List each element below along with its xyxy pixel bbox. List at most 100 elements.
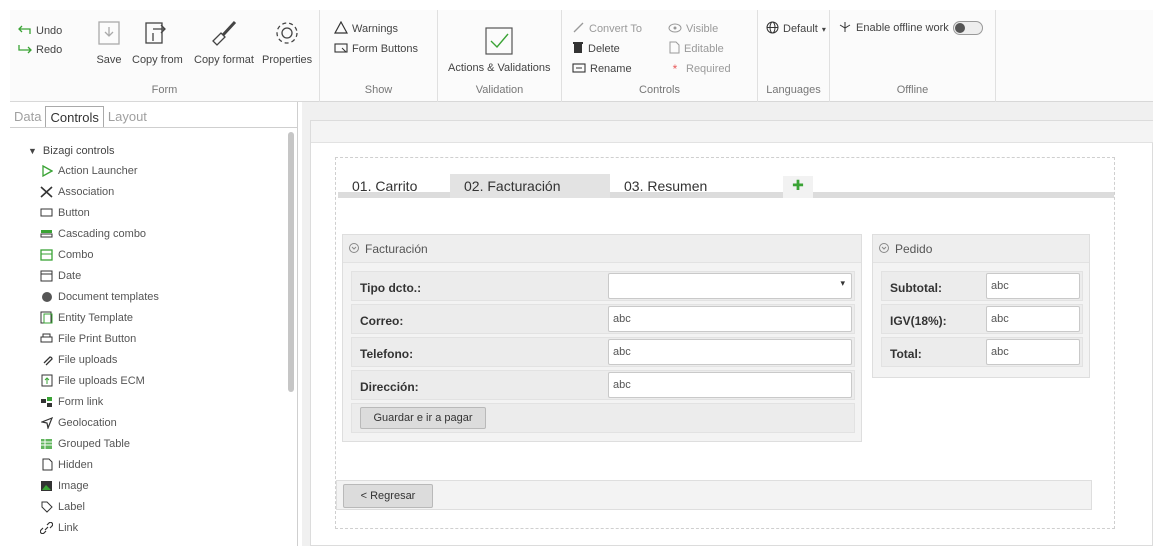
control-hidden[interactable]: Hidden	[28, 454, 297, 475]
guardar-pagar-button[interactable]: Guardar e ir a pagar	[360, 407, 486, 429]
control-file-print-button[interactable]: File Print Button	[28, 328, 297, 349]
undo-button[interactable]: Undo	[18, 22, 62, 40]
control-entity-template[interactable]: Entity Template	[28, 307, 297, 328]
image-icon	[40, 479, 53, 492]
canvas-header-strip	[311, 121, 1153, 143]
collapse-chevron-icon	[879, 242, 889, 256]
eye-icon	[668, 23, 682, 36]
association-icon	[40, 185, 53, 198]
location-arrow-icon	[40, 416, 53, 429]
regresar-button[interactable]: < Regresar	[343, 484, 433, 508]
paint-brush-icon	[209, 18, 239, 48]
facturacion-panel: Facturación Tipo dcto.: ▾ Correo: abc Te…	[342, 234, 862, 442]
actions-validations-button[interactable]: Actions & Validations	[448, 24, 551, 74]
tab-resumen[interactable]: 03. Resumen	[610, 174, 760, 198]
control-geolocation[interactable]: Geolocation	[28, 412, 297, 433]
form-layout-area: 01. Carrito 02. Facturación 03. Resumen …	[335, 157, 1115, 529]
cascading-combo-icon	[40, 227, 53, 240]
tab-data[interactable]: Data	[10, 106, 45, 127]
panel-scrollbar[interactable]	[288, 132, 294, 392]
control-cascading-combo[interactable]: Cascading combo	[28, 223, 297, 244]
convert-to-button[interactable]: Convert To	[572, 20, 642, 38]
control-link[interactable]: Link	[28, 517, 297, 538]
tag-icon	[40, 500, 53, 513]
field-row-igv: IGV(18%): abc	[881, 304, 1083, 334]
undo-icon	[18, 24, 32, 39]
tab-layout[interactable]: Layout	[104, 106, 151, 127]
caret-down-icon: ▾	[840, 278, 845, 288]
control-button[interactable]: Button	[28, 202, 297, 223]
required-toggle[interactable]: * Required	[668, 60, 731, 78]
ribbon-group-controls: Convert To Delete Rename Visible Editabl…	[562, 10, 758, 102]
save-icon	[94, 18, 124, 48]
total-input[interactable]: abc	[986, 339, 1080, 365]
save-button[interactable]: Save	[94, 18, 124, 66]
control-file-uploads-ecm[interactable]: File uploads ECM	[28, 370, 297, 391]
form-tabs: 01. Carrito 02. Facturación 03. Resumen …	[338, 174, 1114, 198]
caret-down-icon: ▼	[28, 146, 37, 156]
pedido-header[interactable]: Pedido	[873, 235, 1089, 263]
language-dropdown[interactable]: Default ▾	[766, 20, 826, 38]
field-row-total: Total: abc	[881, 337, 1083, 367]
control-association[interactable]: Association	[28, 181, 297, 202]
paperclip-icon	[40, 353, 53, 366]
form-canvas: 01. Carrito 02. Facturación 03. Resumen …	[310, 120, 1153, 546]
control-date[interactable]: Date	[28, 265, 297, 286]
facturacion-header[interactable]: Facturación	[343, 235, 861, 263]
caret-down-icon: ▾	[821, 24, 826, 34]
tab-facturacion[interactable]: 02. Facturación	[450, 174, 610, 198]
redo-button[interactable]: Redo	[18, 41, 62, 59]
copy-format-button[interactable]: Copy format	[194, 18, 254, 66]
form-designer-canvas: 01. Carrito 02. Facturación 03. Resumen …	[302, 102, 1153, 546]
ribbon-toolbar: Undo Redo Save Copy from Copy format Pro…	[10, 10, 1153, 102]
control-file-uploads[interactable]: File uploads	[28, 349, 297, 370]
link-icon	[40, 521, 53, 534]
delete-button[interactable]: Delete	[572, 40, 620, 58]
field-row-correo: Correo: abc	[351, 304, 855, 334]
ribbon-group-validation: Actions & Validations Validation	[438, 10, 562, 102]
tipo-dcto-combo[interactable]: ▾	[608, 273, 852, 299]
offline-switch[interactable]	[952, 21, 983, 35]
telefono-input[interactable]: abc	[608, 339, 852, 365]
editable-toggle[interactable]: Editable	[668, 40, 724, 58]
bottom-button-bar: < Regresar	[336, 480, 1092, 510]
visible-toggle[interactable]: Visible	[668, 20, 718, 38]
control-image[interactable]: Image	[28, 475, 297, 496]
pedido-panel: Pedido Subtotal: abc IGV(18%): abc Total…	[872, 234, 1090, 378]
add-tab-icon[interactable]: ✚	[783, 176, 813, 198]
control-form-link[interactable]: Form link	[28, 391, 297, 412]
control-grouped-table[interactable]: Grouped Table	[28, 433, 297, 454]
controls-panel: Data Controls Layout ▼ Bizagi controls A…	[10, 102, 298, 546]
tree-root-bizagi-controls[interactable]: ▼ Bizagi controls	[28, 142, 297, 160]
edit-icon	[668, 41, 680, 57]
entity-template-icon	[40, 311, 53, 324]
form-buttons-toggle[interactable]: Form Buttons	[334, 40, 418, 58]
warnings-toggle[interactable]: Warnings	[333, 20, 398, 38]
control-action-launcher[interactable]: Action Launcher	[28, 160, 297, 181]
control-document-templates[interactable]: Document templates	[28, 286, 297, 307]
play-icon	[40, 164, 53, 177]
ribbon-group-languages: Default ▾ Languages	[758, 10, 830, 102]
tab-controls[interactable]: Controls	[45, 106, 104, 127]
field-row-subtotal: Subtotal: abc	[881, 271, 1083, 301]
globe-icon	[766, 21, 779, 37]
subtotal-input[interactable]: abc	[986, 273, 1080, 299]
properties-button[interactable]: Properties	[262, 18, 312, 66]
asterisk-icon: *	[672, 62, 678, 76]
collapse-chevron-icon	[349, 242, 359, 256]
form-link-icon	[40, 395, 53, 408]
direccion-input[interactable]: abc	[608, 372, 852, 398]
trash-icon	[572, 41, 584, 57]
copy-from-button[interactable]: Copy from	[132, 18, 183, 66]
checkbox-check-icon	[482, 24, 516, 58]
ribbon-group-form: Undo Redo Save Copy from Copy format Pro…	[10, 10, 320, 102]
enable-offline-toggle[interactable]: Enable offline work	[838, 19, 983, 37]
tab-carrito[interactable]: 01. Carrito	[338, 174, 450, 198]
igv-input[interactable]: abc	[986, 306, 1080, 332]
control-label[interactable]: Label	[28, 496, 297, 517]
control-combo[interactable]: Combo	[28, 244, 297, 265]
wand-icon	[572, 21, 585, 37]
rename-button[interactable]: Rename	[572, 60, 632, 78]
document-template-icon	[40, 290, 53, 303]
correo-input[interactable]: abc	[608, 306, 852, 332]
